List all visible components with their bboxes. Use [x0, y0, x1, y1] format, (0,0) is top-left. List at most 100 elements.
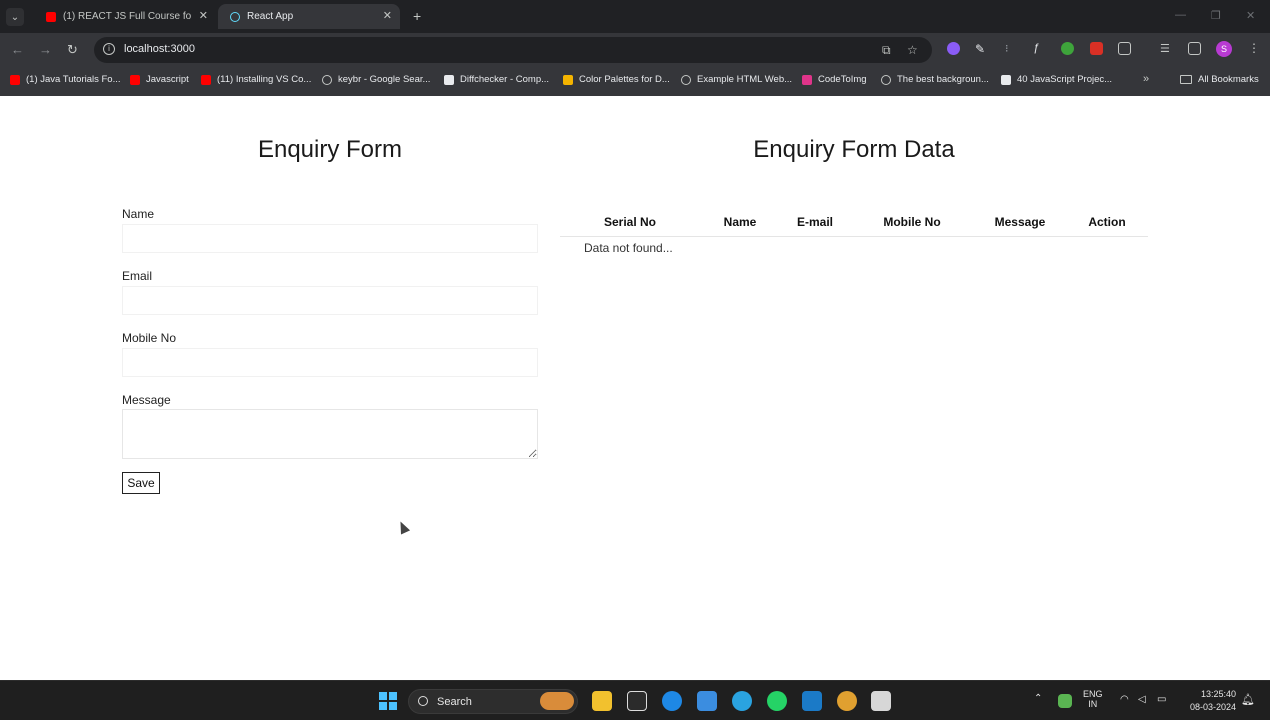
- bookmark-item[interactable]: The best backgroun...: [881, 74, 989, 85]
- enquiry-data-table: Serial No Name E-mail Mobile No Message …: [560, 209, 1148, 260]
- window-close-icon[interactable]: ✕: [1246, 9, 1255, 22]
- youtube-icon: [10, 74, 20, 85]
- diffchecker-icon: [444, 74, 454, 85]
- tray-app-icon[interactable]: [1058, 694, 1072, 708]
- all-bookmarks-button[interactable]: All Bookmarks: [1180, 74, 1259, 85]
- column-header-email: E-mail: [780, 209, 850, 237]
- taskbar-clock[interactable]: 13:25:40 08-03-2024: [1180, 688, 1236, 714]
- side-panel-icon[interactable]: [1188, 42, 1201, 55]
- reload-icon[interactable]: ↻: [67, 42, 78, 58]
- new-tab-plus-icon[interactable]: +: [413, 8, 421, 24]
- save-button[interactable]: Save: [122, 472, 160, 494]
- bookmark-label: keybr - Google Sear...: [338, 74, 431, 85]
- windows-taskbar: Search ⌃ ENG IN ◠ ◁ ▭ 13:25:40 08-03-2024…: [0, 680, 1270, 720]
- bookmark-item[interactable]: CodeToImg: [802, 74, 867, 85]
- tab-react-app[interactable]: React App ✕: [218, 4, 400, 29]
- minimize-icon[interactable]: —: [1175, 9, 1186, 21]
- edge-icon[interactable]: [662, 691, 682, 711]
- font-extension-icon[interactable]: ƒ: [1033, 42, 1046, 55]
- more-bookmarks-icon[interactable]: »: [1143, 73, 1149, 85]
- language-code: ENG: [1083, 689, 1103, 699]
- bookmark-item[interactable]: Color Palettes for D...: [563, 74, 670, 85]
- tab-search-chevron-icon[interactable]: ⌄: [6, 8, 24, 26]
- telegram-icon[interactable]: [732, 691, 752, 711]
- codetoimg-icon: [802, 74, 812, 85]
- extension-icon[interactable]: ⁝: [1005, 42, 1018, 55]
- palette-icon: [563, 74, 573, 85]
- chrome-icon[interactable]: [837, 691, 857, 711]
- clock-date: 08-03-2024: [1189, 702, 1236, 712]
- extension-icon[interactable]: [1090, 42, 1103, 55]
- folder-icon: [1180, 75, 1192, 84]
- bookmark-label: Color Palettes for D...: [579, 74, 670, 85]
- name-label: Name: [122, 207, 155, 221]
- bookmark-item[interactable]: Javascript: [130, 74, 189, 85]
- install-app-icon[interactable]: ⧉: [882, 43, 891, 58]
- bookmark-item[interactable]: (11) Installing VS Co...: [201, 74, 311, 85]
- app-icon[interactable]: [871, 691, 891, 711]
- bookmark-item[interactable]: Diffchecker - Comp...: [444, 74, 549, 85]
- taskbar-search-label: Search: [437, 696, 472, 708]
- bookmark-label: The best backgroun...: [897, 74, 989, 85]
- column-header-action: Action: [1066, 209, 1148, 237]
- battery-icon[interactable]: ▭: [1157, 694, 1166, 705]
- email-input[interactable]: [122, 286, 538, 315]
- widgets-icon[interactable]: [540, 692, 574, 710]
- bookmark-item[interactable]: keybr - Google Sear...: [322, 74, 430, 85]
- volume-icon[interactable]: ◁: [1138, 694, 1146, 705]
- bookmark-label: (11) Installing VS Co...: [217, 74, 312, 85]
- url-text: localhost:3000: [124, 43, 195, 55]
- empty-state-text: Data not found...: [584, 241, 673, 256]
- tab-title: React App: [247, 11, 294, 22]
- bookmark-label: CodeToImg: [818, 74, 867, 85]
- browser-tab-strip: ⌄ (1) REACT JS Full Course for Be ✕ Reac…: [0, 0, 1270, 33]
- pen-extension-icon[interactable]: ✎: [975, 42, 988, 56]
- table-row: Data not found...: [560, 236, 1148, 260]
- bookmark-label: 40 JavaScript Projec...: [1017, 74, 1113, 85]
- table-header-row: Serial No Name E-mail Mobile No Message …: [560, 209, 1148, 237]
- message-label: Message: [122, 393, 171, 407]
- terminal-icon[interactable]: [627, 691, 647, 711]
- profile-avatar[interactable]: S: [1216, 41, 1232, 57]
- forward-arrow-icon[interactable]: →: [39, 42, 52, 57]
- youtube-icon: [201, 74, 211, 85]
- bookmark-label: Javascript: [146, 74, 189, 85]
- tray-overflow-chevron-icon[interactable]: ⌃: [1034, 693, 1042, 704]
- puzzle-extensions-icon[interactable]: [1118, 42, 1131, 55]
- reading-list-icon[interactable]: ☰: [1160, 42, 1173, 55]
- mouse-cursor-icon: [395, 519, 411, 535]
- bookmark-item[interactable]: Example HTML Web...: [681, 74, 792, 85]
- all-bookmarks-label: All Bookmarks: [1198, 74, 1259, 85]
- back-arrow-icon[interactable]: ←: [11, 42, 24, 57]
- bookmark-label: (1) Java Tutorials Fo...: [26, 74, 121, 85]
- react-icon: [230, 11, 240, 22]
- restore-icon[interactable]: ❐: [1211, 9, 1221, 22]
- message-textarea[interactable]: [122, 409, 538, 459]
- wifi-icon[interactable]: ◠: [1120, 694, 1129, 705]
- tab-react-course[interactable]: (1) REACT JS Full Course for Be ✕: [34, 4, 216, 29]
- file-explorer-icon[interactable]: [592, 691, 612, 711]
- name-input[interactable]: [122, 224, 538, 253]
- close-icon[interactable]: ✕: [383, 9, 392, 22]
- store-icon[interactable]: [697, 691, 717, 711]
- tree-extension-icon[interactable]: [1061, 42, 1074, 55]
- language-indicator[interactable]: ENG IN: [1083, 689, 1103, 709]
- search-icon: [418, 696, 428, 706]
- whatsapp-icon[interactable]: [767, 691, 787, 711]
- address-bar[interactable]: i localhost:3000 ⧉ ☆: [94, 37, 932, 63]
- region-code: IN: [1088, 699, 1098, 709]
- bookmark-item[interactable]: 40 JavaScript Projec...: [1001, 74, 1112, 85]
- notification-bell-icon[interactable]: 🔔︎: [1241, 693, 1255, 706]
- extension-icon[interactable]: [947, 42, 960, 55]
- bookmark-star-icon[interactable]: ☆: [907, 43, 918, 57]
- column-header-message: Message: [974, 209, 1066, 237]
- menu-kebab-icon[interactable]: ⋮: [1248, 41, 1260, 55]
- mobile-input[interactable]: [122, 348, 538, 377]
- site-info-icon[interactable]: i: [103, 43, 115, 55]
- vscode-icon[interactable]: [802, 691, 822, 711]
- react-app-page: Enquiry Form Enquiry Form Data Name Emai…: [0, 96, 1270, 680]
- email-label: Email: [122, 269, 153, 283]
- close-icon[interactable]: ✕: [199, 9, 208, 22]
- windows-start-icon[interactable]: [379, 692, 397, 710]
- bookmark-item[interactable]: (1) Java Tutorials Fo...: [10, 74, 121, 85]
